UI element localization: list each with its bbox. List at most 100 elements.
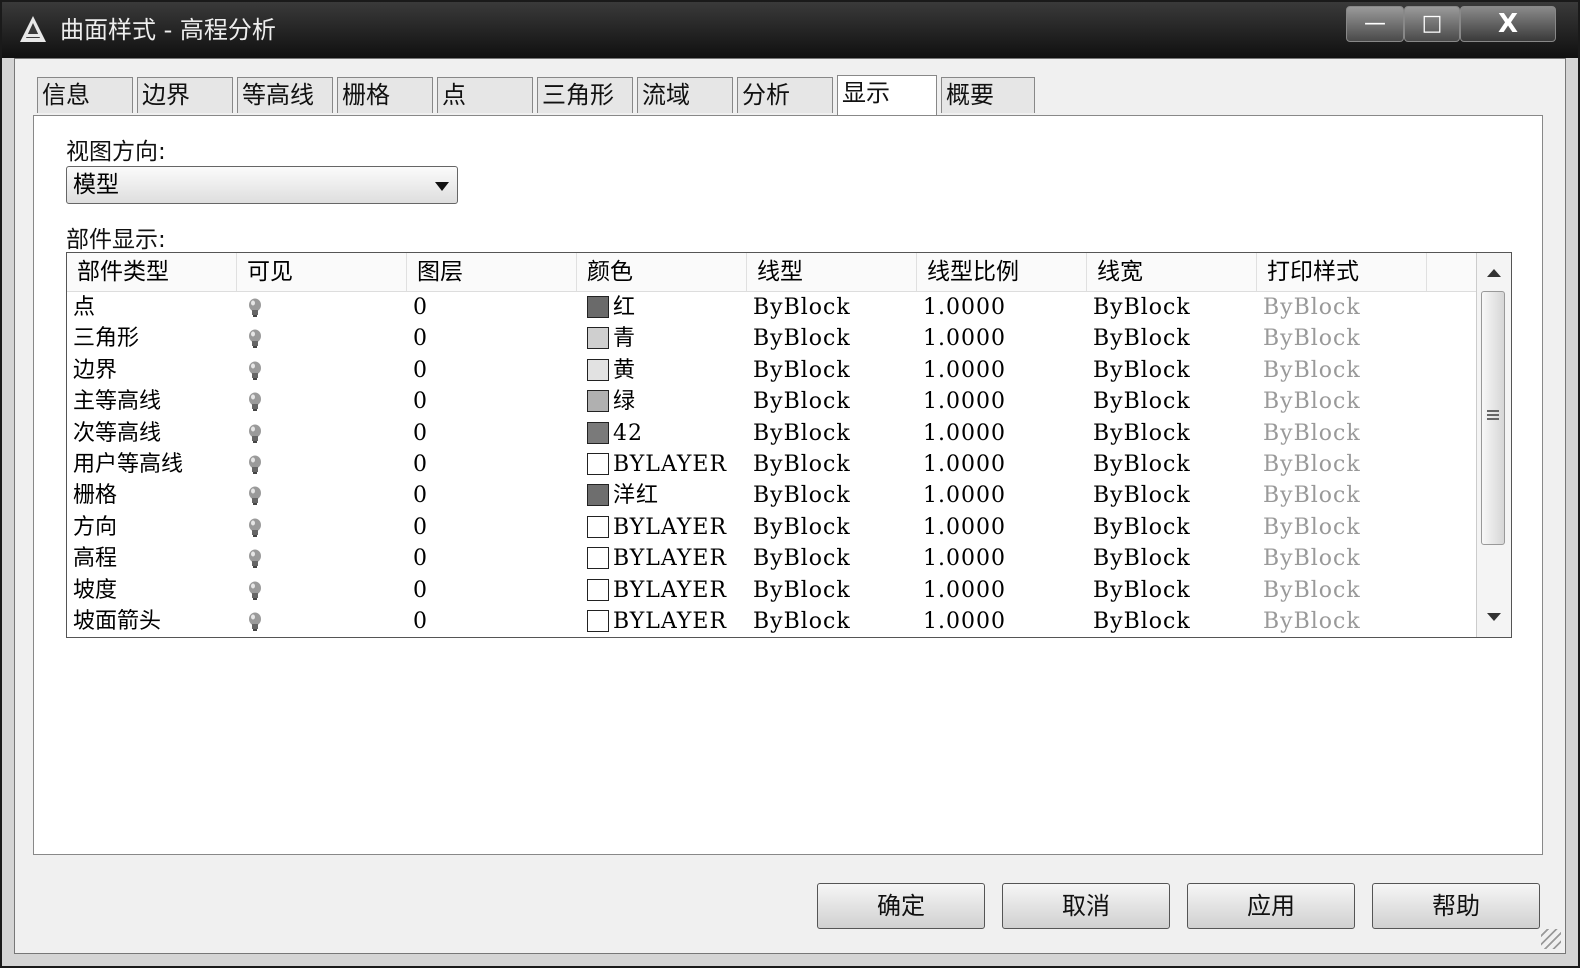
lineweight-value[interactable]: ByBlock [1093, 386, 1191, 417]
table-row[interactable]: 边界 0 黄 ByBlock 1.0000 ByBlock ByBlock [67, 355, 1477, 386]
lightbulb-icon[interactable] [247, 612, 263, 632]
color-cell[interactable]: 绿 [587, 386, 636, 417]
color-cell[interactable]: BYLAYER [587, 449, 727, 480]
close-button[interactable]: X [1460, 6, 1556, 42]
lightbulb-icon[interactable] [247, 549, 263, 569]
lightbulb-icon[interactable] [247, 581, 263, 601]
tab-points[interactable]: 点 [437, 77, 533, 113]
layer-value[interactable]: 0 [413, 512, 428, 543]
lineweight-value[interactable]: ByBlock [1093, 606, 1191, 637]
tab-info[interactable]: 信息 [37, 77, 133, 113]
cancel-button[interactable]: 取消 [1002, 883, 1170, 929]
linetype-value[interactable]: ByBlock [753, 355, 851, 386]
lightbulb-icon[interactable] [247, 424, 263, 444]
layer-value[interactable]: 0 [413, 292, 428, 323]
tab-summary[interactable]: 概要 [941, 77, 1035, 113]
linetype-scale-value[interactable]: 1.0000 [923, 323, 1006, 354]
scroll-down-arrow-icon[interactable] [1487, 613, 1501, 621]
color-cell[interactable]: BYLAYER [587, 512, 727, 543]
lineweight-value[interactable]: ByBlock [1093, 449, 1191, 480]
tab-contours[interactable]: 等高线 [237, 77, 333, 113]
layer-value[interactable]: 0 [413, 323, 428, 354]
linetype-value[interactable]: ByBlock [753, 512, 851, 543]
linetype-scale-value[interactable]: 1.0000 [923, 480, 1006, 511]
linetype-scale-value[interactable]: 1.0000 [923, 543, 1006, 574]
title-bar[interactable]: 曲面样式 - 高程分析 — □ X [2, 2, 1578, 58]
column-header-visible[interactable]: 可见 [237, 253, 407, 291]
layer-value[interactable]: 0 [413, 386, 428, 417]
table-row[interactable]: 主等高线 0 绿 ByBlock 1.0000 ByBlock ByBlock [67, 386, 1477, 417]
color-cell[interactable]: BYLAYER [587, 575, 727, 606]
table-row[interactable]: 点 0 红 ByBlock 1.0000 ByBlock ByBlock [67, 292, 1477, 323]
layer-value[interactable]: 0 [413, 575, 428, 606]
linetype-scale-value[interactable]: 1.0000 [923, 386, 1006, 417]
layer-value[interactable]: 0 [413, 543, 428, 574]
color-cell[interactable]: 红 [587, 292, 636, 323]
minimize-button[interactable]: — [1346, 6, 1404, 42]
lineweight-value[interactable]: ByBlock [1093, 355, 1191, 386]
linetype-value[interactable]: ByBlock [753, 449, 851, 480]
layer-value[interactable]: 0 [413, 418, 428, 449]
color-cell[interactable]: 42 [587, 418, 643, 449]
linetype-scale-value[interactable]: 1.0000 [923, 512, 1006, 543]
column-header-layer[interactable]: 图层 [407, 253, 577, 291]
linetype-scale-value[interactable]: 1.0000 [923, 292, 1006, 323]
linetype-scale-value[interactable]: 1.0000 [923, 418, 1006, 449]
lineweight-value[interactable]: ByBlock [1093, 323, 1191, 354]
linetype-value[interactable]: ByBlock [753, 543, 851, 574]
apply-button[interactable]: 应用 [1187, 883, 1355, 929]
table-row[interactable]: 方向 0 BYLAYER ByBlock 1.0000 ByBlock ByBlock [67, 512, 1477, 543]
layer-value[interactable]: 0 [413, 480, 428, 511]
linetype-scale-value[interactable]: 1.0000 [923, 575, 1006, 606]
color-cell[interactable]: 青 [587, 323, 636, 354]
column-header-linetype[interactable]: 线型 [747, 253, 917, 291]
scrollbar-thumb[interactable] [1481, 291, 1505, 545]
column-header-lineweight[interactable]: 线宽 [1087, 253, 1257, 291]
linetype-scale-value[interactable]: 1.0000 [923, 355, 1006, 386]
column-header-type[interactable]: 部件类型 [67, 253, 237, 291]
table-row[interactable]: 高程 0 BYLAYER ByBlock 1.0000 ByBlock ByBlock [67, 543, 1477, 574]
layer-value[interactable]: 0 [413, 449, 428, 480]
view-direction-select[interactable]: 模型 [66, 166, 458, 204]
color-cell[interactable]: 洋红 [587, 480, 659, 511]
tab-watersheds[interactable]: 流域 [637, 77, 733, 113]
linetype-scale-value[interactable]: 1.0000 [923, 606, 1006, 637]
layer-value[interactable]: 0 [413, 355, 428, 386]
table-row[interactable]: 次等高线 0 42 ByBlock 1.0000 ByBlock ByBlock [67, 418, 1477, 449]
linetype-scale-value[interactable]: 1.0000 [923, 449, 1006, 480]
ok-button[interactable]: 确定 [817, 883, 985, 929]
column-header-plot-style[interactable]: 打印样式 [1257, 253, 1427, 291]
lightbulb-icon[interactable] [247, 361, 263, 381]
lineweight-value[interactable]: ByBlock [1093, 480, 1191, 511]
maximize-button[interactable]: □ [1404, 6, 1460, 42]
linetype-value[interactable]: ByBlock [753, 292, 851, 323]
column-header-linetype-scale[interactable]: 线型比例 [917, 253, 1087, 291]
lightbulb-icon[interactable] [247, 486, 263, 506]
lineweight-value[interactable]: ByBlock [1093, 575, 1191, 606]
linetype-value[interactable]: ByBlock [753, 386, 851, 417]
table-row[interactable]: 坡度 0 BYLAYER ByBlock 1.0000 ByBlock ByBlock [67, 575, 1477, 606]
table-row[interactable]: 用户等高线 0 BYLAYER ByBlock 1.0000 ByBlock ByBlock [67, 449, 1477, 480]
layer-value[interactable]: 0 [413, 606, 428, 637]
tab-display[interactable]: 显示 [837, 75, 937, 115]
tab-analysis[interactable]: 分析 [737, 77, 833, 113]
linetype-value[interactable]: ByBlock [753, 323, 851, 354]
color-cell[interactable]: BYLAYER [587, 606, 727, 637]
linetype-value[interactable]: ByBlock [753, 575, 851, 606]
lightbulb-icon[interactable] [247, 298, 263, 318]
scroll-up-arrow-icon[interactable] [1487, 269, 1501, 277]
table-row[interactable]: 栅格 0 洋红 ByBlock 1.0000 ByBlock ByBlock [67, 480, 1477, 511]
color-cell[interactable]: BYLAYER [587, 543, 727, 574]
tab-boundary[interactable]: 边界 [137, 77, 233, 113]
tab-grid[interactable]: 栅格 [337, 77, 433, 113]
lightbulb-icon[interactable] [247, 329, 263, 349]
table-row[interactable]: 坡面箭头 0 BYLAYER ByBlock 1.0000 ByBlock ByBlock [67, 606, 1477, 637]
lightbulb-icon[interactable] [247, 392, 263, 412]
column-header-color[interactable]: 颜色 [577, 253, 747, 291]
vertical-scrollbar[interactable] [1476, 253, 1511, 637]
lineweight-value[interactable]: ByBlock [1093, 543, 1191, 574]
linetype-value[interactable]: ByBlock [753, 606, 851, 637]
lineweight-value[interactable]: ByBlock [1093, 292, 1191, 323]
lineweight-value[interactable]: ByBlock [1093, 512, 1191, 543]
lineweight-value[interactable]: ByBlock [1093, 418, 1191, 449]
